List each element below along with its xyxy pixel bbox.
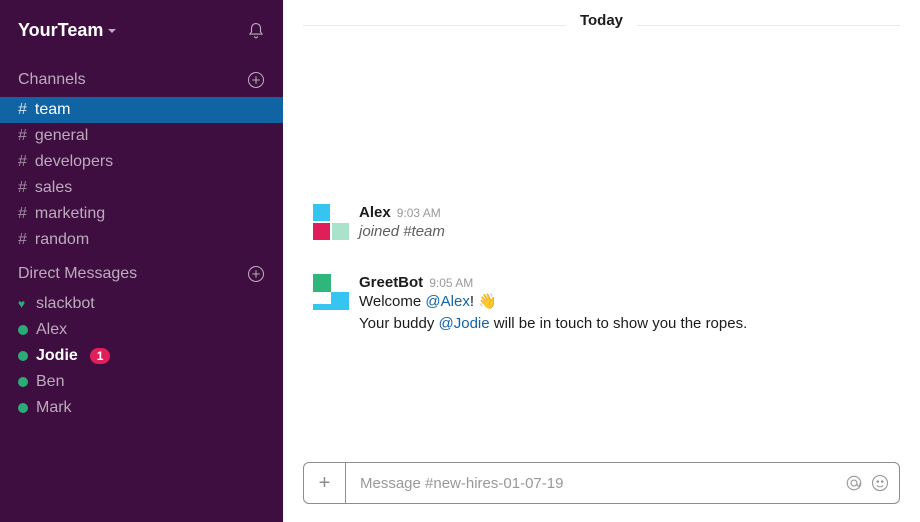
presence-online-icon xyxy=(18,403,28,413)
unread-badge: 1 xyxy=(90,348,111,364)
channel-item-sales[interactable]: # sales xyxy=(0,175,283,201)
mention-icon[interactable] xyxy=(845,474,863,492)
hash-icon: # xyxy=(18,153,27,171)
mention-alex[interactable]: @Alex xyxy=(425,293,469,310)
message-text: Welcome @Alex! 👋 Your buddy @Jodie will … xyxy=(359,291,890,336)
channel-list: # team # general # developers # sales # marke… xyxy=(0,97,283,253)
channel-label: developers xyxy=(35,153,113,171)
main-panel: Today Alex 9:03 AM joined #team GreetBot 9… xyxy=(283,0,920,522)
dm-header-label: Direct Messages xyxy=(18,265,137,283)
message-time: 9:05 AM xyxy=(429,276,473,290)
hash-icon: # xyxy=(18,101,27,119)
channel-label: random xyxy=(35,231,89,249)
dm-item-slackbot[interactable]: ♥ slackbot xyxy=(0,291,283,317)
date-divider: Today xyxy=(283,0,920,34)
emoji-icon[interactable] xyxy=(871,474,889,492)
dm-label: Mark xyxy=(36,399,72,417)
text-fragment: will be in touch to show you the ropes. xyxy=(490,315,748,332)
presence-online-icon xyxy=(18,377,28,387)
avatar xyxy=(313,274,349,310)
heart-icon: ♥ xyxy=(18,299,28,309)
dm-item-ben[interactable]: Ben xyxy=(0,369,283,395)
dm-label: slackbot xyxy=(36,295,95,313)
message-list: Alex 9:03 AM joined #team GreetBot 9:05 AM… xyxy=(283,34,920,452)
message-sender: Alex xyxy=(359,204,391,221)
channel-item-developers[interactable]: # developers xyxy=(0,149,283,175)
message-alex-joined: Alex 9:03 AM joined #team xyxy=(313,204,890,244)
attach-button[interactable]: + xyxy=(304,463,346,503)
team-name-label: YourTeam xyxy=(18,20,103,41)
text-fragment: Welcome xyxy=(359,293,425,310)
hash-icon: # xyxy=(18,179,27,197)
presence-online-icon xyxy=(18,351,28,361)
channels-header-label: Channels xyxy=(18,71,86,89)
avatar-alex-icon xyxy=(313,204,349,240)
channel-item-marketing[interactable]: # marketing xyxy=(0,201,283,227)
text-fragment: Your buddy xyxy=(359,315,439,332)
dm-item-jodie[interactable]: Jodie 1 xyxy=(0,343,283,369)
avatar xyxy=(313,204,349,240)
dm-item-alex[interactable]: Alex xyxy=(0,317,283,343)
hash-icon: # xyxy=(18,127,27,145)
date-label: Today xyxy=(566,12,637,29)
channel-label: general xyxy=(35,127,88,145)
dm-label: Jodie xyxy=(36,347,78,365)
presence-online-icon xyxy=(18,325,28,335)
dm-header: Direct Messages xyxy=(0,253,283,291)
text-fragment: ! xyxy=(470,293,478,310)
channel-label: marketing xyxy=(35,205,105,223)
dm-item-mark[interactable]: Mark xyxy=(0,395,283,421)
avatar-greetbot-icon xyxy=(313,274,349,310)
add-channel-icon[interactable] xyxy=(247,71,265,89)
wave-emoji-icon: 👋 xyxy=(478,293,497,310)
sidebar: YourTeam Channels # team # general # develo… xyxy=(0,0,283,522)
message-input[interactable] xyxy=(346,475,845,492)
composer-region: + xyxy=(283,452,920,522)
notifications-icon[interactable] xyxy=(247,22,265,40)
add-dm-icon[interactable] xyxy=(247,265,265,283)
hash-icon: # xyxy=(18,205,27,223)
message-composer: + xyxy=(303,462,900,504)
channel-item-team[interactable]: # team xyxy=(0,97,283,123)
chevron-down-icon xyxy=(107,26,117,36)
channel-label: team xyxy=(35,101,71,119)
message-greetbot: GreetBot 9:05 AM Welcome @Alex! 👋 Your bu… xyxy=(313,274,890,336)
channel-item-random[interactable]: # random xyxy=(0,227,283,253)
message-time: 9:03 AM xyxy=(397,206,441,220)
hash-icon: # xyxy=(18,231,27,249)
channel-label: sales xyxy=(35,179,72,197)
channels-header: Channels xyxy=(0,59,283,97)
dm-label: Alex xyxy=(36,321,67,339)
message-sender: GreetBot xyxy=(359,274,423,291)
mention-jodie[interactable]: @Jodie xyxy=(439,315,490,332)
message-text: joined #team xyxy=(359,221,890,244)
channel-item-general[interactable]: # general xyxy=(0,123,283,149)
team-switcher[interactable]: YourTeam xyxy=(18,20,117,41)
dm-list: ♥ slackbot Alex Jodie 1 Ben Mark xyxy=(0,291,283,421)
dm-label: Ben xyxy=(36,373,64,391)
